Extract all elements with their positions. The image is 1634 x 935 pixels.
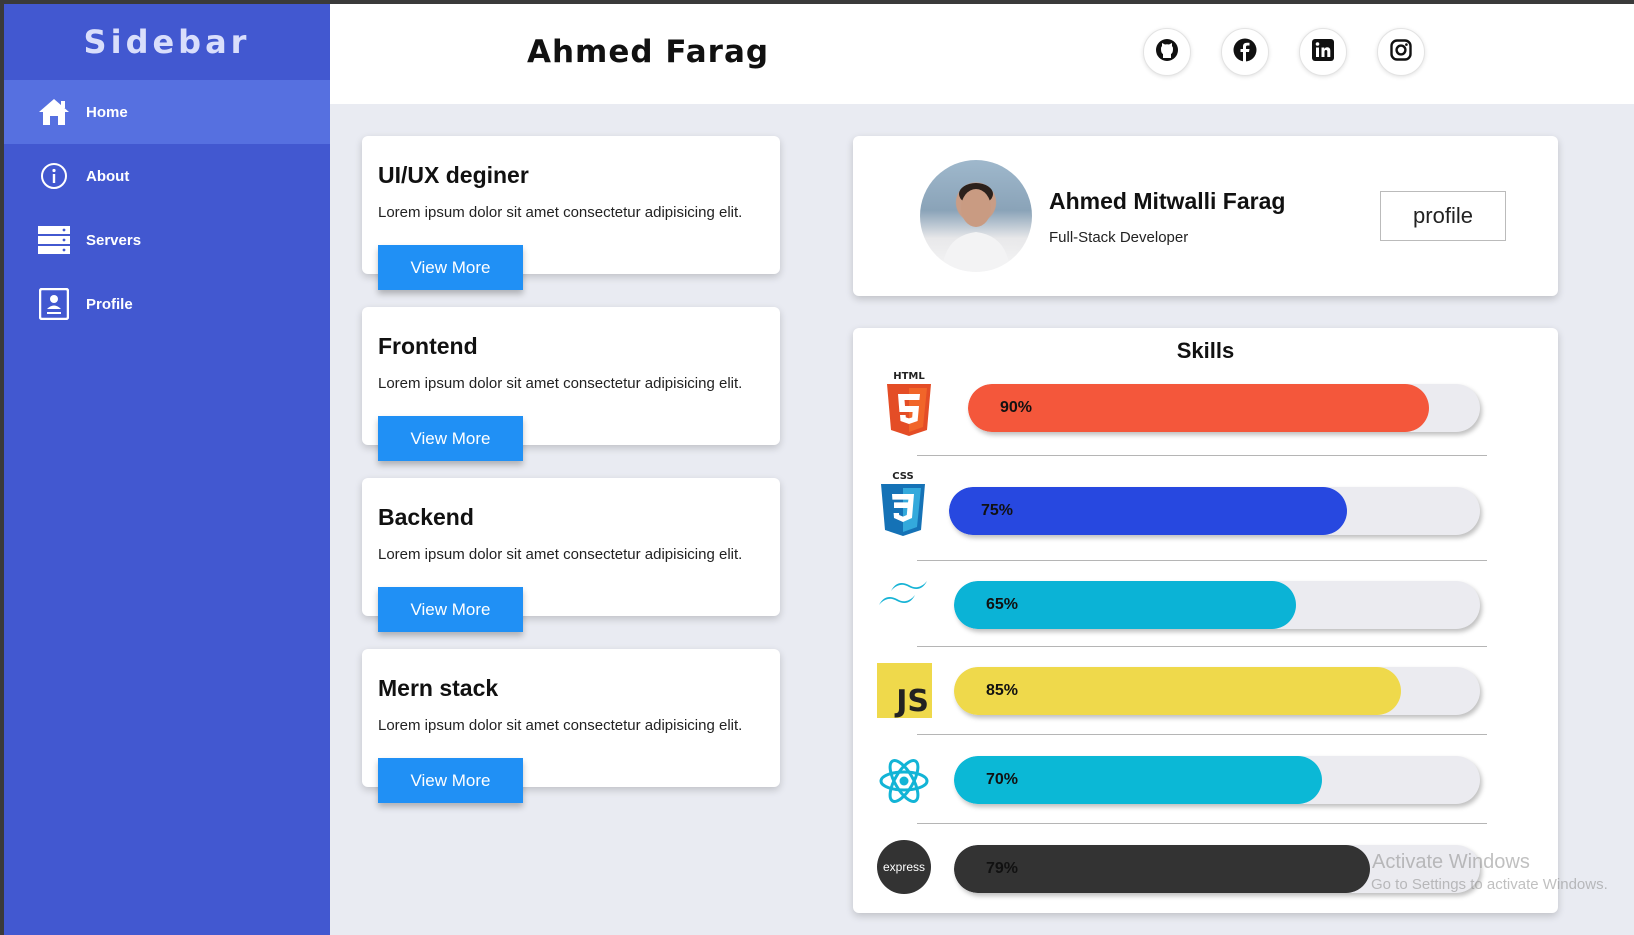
service-card-text: Lorem ipsum dolor sit amet consectetur a… <box>378 375 743 392</box>
facebook-link[interactable] <box>1221 28 1269 76</box>
skill-bar-react[interactable]: 70% <box>954 756 1480 804</box>
profile-icon <box>36 286 72 322</box>
window-top-border <box>0 0 1634 4</box>
service-card-title: Backend <box>378 504 474 530</box>
facebook-icon <box>1233 38 1257 67</box>
skills-title: Skills <box>1176 338 1235 363</box>
linkedin-link[interactable] <box>1299 28 1347 76</box>
service-card: Mern stack Lorem ipsum dolor sit amet co… <box>362 649 780 803</box>
skill-percent: 79% <box>986 860 1019 877</box>
skill-bar-javascript[interactable]: 85% <box>954 667 1480 715</box>
skill-divider <box>917 560 1487 561</box>
linkedin-icon <box>1312 38 1334 66</box>
sidebar-item-about[interactable]: About <box>4 144 330 208</box>
sidebar-title: Sidebar <box>83 23 251 61</box>
service-card: Backend Lorem ipsum dolor sit amet conse… <box>362 478 780 632</box>
skill-bar-fill: 75% <box>949 487 1348 535</box>
sidebar-item-profile[interactable]: Profile <box>4 272 330 336</box>
profile-card: Ahmed Mitwalli Farag Full-Stack Develope… <box>853 136 1558 296</box>
avatar <box>920 160 1032 272</box>
page-title: Ahmed Farag <box>527 34 770 70</box>
html5-logo: HTML <box>883 370 935 438</box>
css3-logo-label: CSS <box>892 471 913 482</box>
header: Ahmed Farag <box>330 4 1634 104</box>
skill-bar-css[interactable]: 75% <box>949 487 1480 535</box>
sidebar-item-servers[interactable]: Servers <box>4 208 330 272</box>
sidebar-item-label: Home <box>86 103 128 121</box>
view-more-button[interactable]: View More <box>378 416 523 461</box>
skill-bar-fill: 85% <box>954 667 1402 715</box>
service-card: UI/UX deginer Lorem ipsum dolor sit amet… <box>362 136 780 290</box>
sidebar-item-label: About <box>86 167 130 185</box>
service-card-title: Frontend <box>378 333 478 359</box>
instagram-icon <box>1390 38 1412 66</box>
activate-windows-subtext: Go to Settings to activate Windows. <box>1371 876 1608 893</box>
sidebar-item-home[interactable]: Home <box>4 80 330 144</box>
info-icon <box>36 158 72 194</box>
skill-bar-fill: 70% <box>954 756 1323 804</box>
express-logo-label: express <box>882 860 926 874</box>
skill-divider <box>917 823 1487 824</box>
skill-percent: 90% <box>1000 399 1033 416</box>
service-card-text: Lorem ipsum dolor sit amet consectetur a… <box>378 717 743 734</box>
skill-bar-fill: 79% <box>954 845 1370 893</box>
skill-divider <box>917 734 1487 735</box>
skill-percent: 85% <box>986 682 1019 699</box>
service-card-title: UI/UX deginer <box>378 162 529 188</box>
javascript-logo: JS <box>877 663 932 718</box>
skill-percent: 65% <box>986 596 1019 613</box>
service-card-title: Mern stack <box>378 675 499 701</box>
skill-divider <box>917 646 1487 647</box>
home-icon <box>36 94 72 130</box>
skill-divider <box>917 455 1487 456</box>
profile-button[interactable]: profile <box>1380 191 1506 241</box>
service-card: Frontend Lorem ipsum dolor sit amet cons… <box>362 307 780 461</box>
skill-bar-fill: 90% <box>968 384 1429 432</box>
html5-logo-label: HTML <box>893 371 925 382</box>
github-link[interactable] <box>1143 28 1191 76</box>
instagram-link[interactable] <box>1377 28 1425 76</box>
service-card-text: Lorem ipsum dolor sit amet consectetur a… <box>378 204 743 221</box>
view-more-button[interactable]: View More <box>378 587 523 632</box>
tailwind-logo <box>877 576 931 616</box>
express-logo: express <box>877 840 931 894</box>
sidebar: Sidebar Home About Servers Profile <box>0 4 330 935</box>
skill-bar-fill: 65% <box>954 581 1296 629</box>
profile-name: Ahmed Mitwalli Farag <box>1049 188 1286 214</box>
skill-percent: 70% <box>986 771 1019 788</box>
service-card-text: Lorem ipsum dolor sit amet consectetur a… <box>378 546 743 563</box>
skill-percent: 75% <box>981 502 1014 519</box>
javascript-logo-label: JS <box>896 684 929 719</box>
view-more-button[interactable]: View More <box>378 758 523 803</box>
skill-bar-html[interactable]: 90% <box>968 384 1480 432</box>
servers-icon <box>36 222 72 258</box>
react-logo <box>877 756 931 806</box>
skill-bar-tailwind[interactable]: 65% <box>954 581 1480 629</box>
github-icon <box>1155 38 1179 67</box>
profile-role: Full-Stack Developer <box>1049 229 1189 246</box>
skills-card: Skills HTML 90% CSS 75% 65% JS 85% 70% e… <box>853 328 1558 913</box>
activate-windows-watermark: Activate Windows <box>1372 851 1530 873</box>
css3-logo: CSS <box>877 470 929 538</box>
sidebar-item-label: Servers <box>86 231 142 249</box>
sidebar-item-label: Profile <box>86 295 133 313</box>
view-more-button[interactable]: View More <box>378 245 523 290</box>
